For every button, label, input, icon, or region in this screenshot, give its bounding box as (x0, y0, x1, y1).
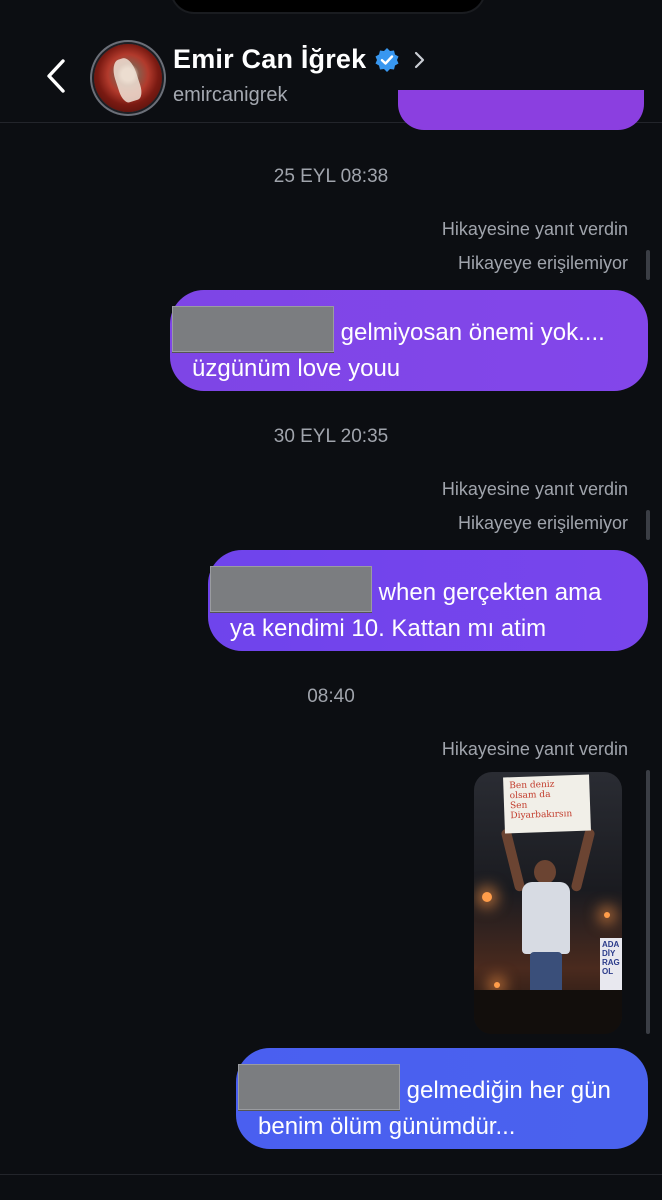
reply-indicator-line (646, 250, 650, 280)
redacted-mention (210, 566, 372, 612)
timestamp: 08:40 (307, 686, 355, 707)
story-preview-image[interactable]: Ben deniz olsam da Sen Diyarbakırsın ADA… (474, 772, 622, 1034)
story-reply-label: Hikayesine yanıt verdin (441, 479, 628, 499)
message-bubble[interactable]: gelmediğin her gün benim ölüm günümdür..… (236, 1048, 648, 1149)
redacted-mention (238, 1064, 400, 1110)
chevron-left-icon (47, 59, 65, 93)
chevron-right-icon (412, 48, 428, 72)
story-unavailable-label: Hikayeye erişilemiyor (457, 513, 628, 533)
story-reply-label: Hikayesine yanıt verdin (441, 219, 628, 239)
story-unavailable-label: Hikayeye erişilemiyor (457, 253, 628, 273)
reply-indicator-line (646, 770, 650, 1034)
story-reply-label: Hikayesine yanıt verdin (441, 739, 628, 759)
divider (0, 1174, 662, 1175)
previous-message-bubble[interactable] (398, 90, 644, 130)
profile-link[interactable]: Emir Can İğrek (173, 44, 428, 75)
redacted-mention (172, 306, 334, 352)
story-sign: Ben deniz olsam da Sen Diyarbakırsın (503, 774, 591, 834)
avatar[interactable] (94, 44, 162, 112)
timestamp: 25 EYL 08:38 (273, 166, 389, 187)
verified-badge-icon (374, 47, 400, 73)
contact-name: Emir Can İğrek (173, 44, 367, 74)
timestamp: 30 EYL 20:35 (273, 426, 389, 447)
back-button[interactable] (36, 54, 76, 98)
story-banner: ADA DİY RAG OL (600, 938, 622, 996)
message-bubble[interactable]: when gerçekten ama ya kendimi 10. Kattan… (208, 550, 648, 651)
reply-indicator-line (646, 510, 650, 540)
contact-username: emircanigrek (173, 84, 288, 106)
message-bubble[interactable]: gelmiyosan önemi yok.... üzgünüm love yo… (170, 290, 648, 391)
